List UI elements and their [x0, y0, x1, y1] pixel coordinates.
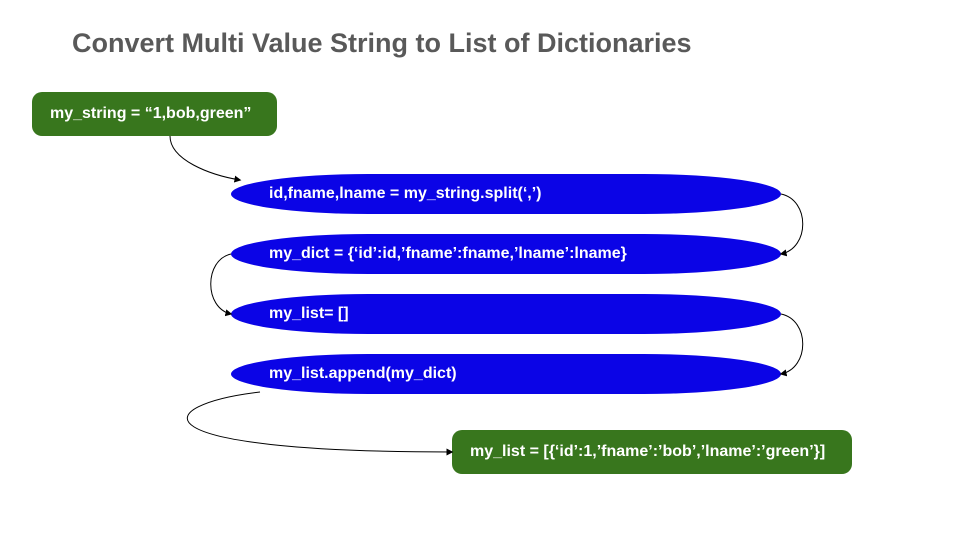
input-box: my_string = “1,bob,green”	[32, 92, 277, 136]
step-1-text: id,fname,lname = my_string.split(‘,’)	[269, 185, 542, 203]
diagram-stage: Convert Multi Value String to List of Di…	[0, 0, 960, 540]
step-oval-2: my_dict = {‘id’:id,’fname’:fname,’lname’…	[231, 234, 781, 274]
step-oval-4: my_list.append(my_dict)	[231, 354, 781, 394]
page-title: Convert Multi Value String to List of Di…	[72, 28, 692, 59]
step-oval-1: id,fname,lname = my_string.split(‘,’)	[231, 174, 781, 214]
step-3-text: my_list= []	[269, 305, 349, 323]
arrow-input-to-step1	[170, 136, 240, 180]
step-oval-3: my_list= []	[231, 294, 781, 334]
arrow-step1-to-step2	[781, 194, 803, 254]
output-box-text: my_list = [{‘id’:1,’fname’:’bob’,’lname’…	[470, 443, 825, 461]
arrow-step2-to-step3	[211, 254, 231, 314]
step-4-text: my_list.append(my_dict)	[269, 365, 457, 383]
input-box-text: my_string = “1,bob,green”	[50, 105, 251, 123]
output-box: my_list = [{‘id’:1,’fname’:’bob’,’lname’…	[452, 430, 852, 474]
step-2-text: my_dict = {‘id’:id,’fname’:fname,’lname’…	[269, 245, 627, 263]
arrow-step4-to-output	[187, 392, 452, 452]
arrow-step3-to-step4	[781, 314, 803, 374]
